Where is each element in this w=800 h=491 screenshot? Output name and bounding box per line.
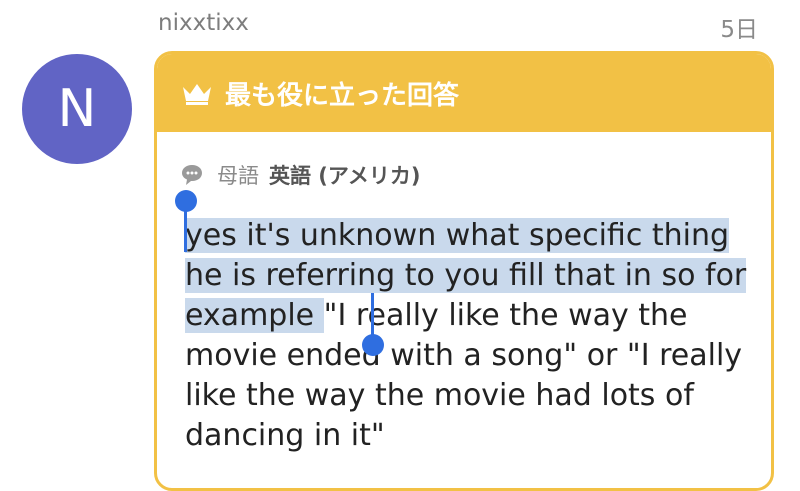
selection-end-caret	[371, 293, 374, 335]
selection-start-caret	[184, 210, 187, 252]
selection-end-handle[interactable]	[362, 334, 384, 356]
best-answer-card: 最も役に立った回答 母語 英語 (アメリカ) yes it's unknown …	[154, 51, 774, 491]
avatar[interactable]: N	[22, 54, 132, 164]
native-language-value: 英語 (アメリカ)	[269, 164, 421, 188]
answer-text[interactable]: yes it's unknown what specific thing he …	[185, 216, 760, 456]
speech-bubble-icon	[182, 165, 202, 185]
best-answer-header: 最も役に立った回答	[157, 54, 771, 132]
username[interactable]: nixxtixx	[158, 10, 249, 36]
crown-icon	[183, 84, 211, 105]
best-answer-badge-label: 最も役に立った回答	[225, 80, 460, 111]
native-language-row: 母語 英語 (アメリカ)	[181, 160, 420, 190]
post-timestamp: 5日	[720, 17, 758, 43]
selection-start-handle[interactable]	[175, 190, 197, 212]
avatar-initial: N	[57, 79, 97, 139]
native-language-label: 母語	[217, 164, 259, 188]
